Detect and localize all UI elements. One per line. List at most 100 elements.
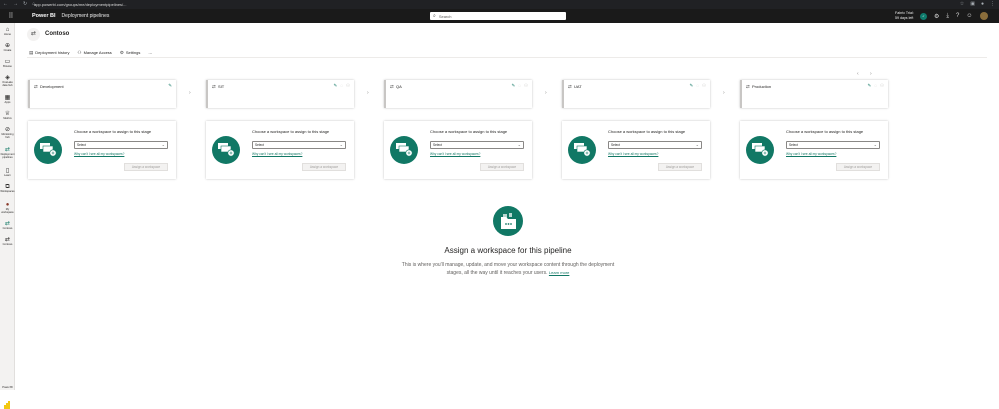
why-workspaces-link[interactable]: Why can't I see all my workspaces? (252, 152, 302, 156)
view-icon[interactable]: ◌ (874, 83, 877, 89)
stage-icon: ⇄ (34, 84, 38, 89)
nav-my-workspace[interactable]: ● My workspace (0, 202, 15, 214)
assign-workspace-button[interactable]: Assign a workspace (836, 163, 880, 171)
stage-arrow-icon: › (723, 90, 725, 96)
chevron-down-icon: ⌄ (161, 142, 165, 147)
stage-card-development[interactable]: ⇄ Development ✎ (28, 80, 176, 108)
access-icon[interactable]: ⚇ (702, 83, 706, 89)
assign-workspace-button[interactable]: Assign a workspace (658, 163, 702, 171)
assign-card-development: Choose a workspace to assign to this sta… (28, 121, 176, 179)
workspace-select[interactable]: Select ⌄ (786, 141, 880, 149)
why-workspaces-link[interactable]: Why can't I see all my workspaces? (74, 152, 124, 156)
help-icon[interactable]: ? (956, 13, 959, 19)
stage-card-production[interactable]: ⇄ Production ✎ ◌ ⚇ (740, 80, 888, 108)
folder-illustration-icon (493, 206, 523, 236)
reload-icon[interactable]: ↻ (23, 0, 27, 9)
edit-icon[interactable]: ✎ (689, 83, 693, 89)
chevron-down-icon: ⌄ (873, 142, 877, 147)
app-header: ⠿ Power BI Deployment pipelines ⌕ Search… (0, 9, 999, 23)
chevron-down-icon: ⌄ (517, 142, 521, 147)
app-launcher-icon[interactable]: ⠿ (0, 12, 22, 20)
workspace-illustration-icon (390, 136, 418, 164)
stage-card-sit[interactable]: ⇄ SIT ✎ ◌ ⚇ (206, 80, 354, 108)
page-title: Contoso (45, 31, 70, 37)
stage-name: UAT (574, 84, 582, 89)
command-bar: ▤ Deployment history ⚇ Manage Access ⚙ Sett… (29, 50, 152, 56)
edit-icon[interactable]: ✎ (511, 83, 515, 89)
deployment-history-button[interactable]: ▤ Deployment history (29, 50, 70, 56)
assign-workspace-button[interactable]: Assign a workspace (124, 163, 168, 171)
nav-browse[interactable]: ▭ Browse (0, 59, 15, 68)
assign-prompt: Choose a workspace to assign to this sta… (252, 129, 330, 134)
download-icon[interactable]: ⤓ (946, 13, 949, 20)
stage-card-uat[interactable]: ⇄ UAT ✎ ◌ ⚇ (562, 80, 710, 108)
edit-icon[interactable]: ✎ (333, 83, 337, 89)
manage-access-button[interactable]: ⚇ Manage Access (78, 50, 112, 56)
scroll-right-icon[interactable]: › (870, 71, 872, 77)
nav-create[interactable]: ⊕ Create (0, 43, 15, 52)
avatar[interactable] (979, 12, 988, 20)
menu-icon[interactable]: ⋮ (990, 0, 995, 9)
notifications-icon[interactable]: ✓ (920, 12, 927, 20)
edit-icon[interactable]: ✎ (867, 83, 871, 89)
stage-name: Production (752, 84, 772, 89)
browser-bar: ← → ↻ ⌂ app.powerbi.com/groups/me/deploy… (0, 0, 999, 9)
nav-workspaces[interactable]: ⧉ Workspaces (0, 184, 15, 193)
scroll-left-icon[interactable]: ‹ (857, 71, 859, 77)
nav-deployment-pipelines[interactable]: ⇄ Deployment pipelines (0, 147, 15, 159)
stage-arrow-icon: › (367, 90, 369, 96)
why-workspaces-link[interactable]: Why can't I see all my workspaces? (786, 152, 836, 156)
stage-card-qa[interactable]: ⇄ QA ✎ ◌ ⚇ (384, 80, 532, 108)
assign-prompt: Choose a workspace to assign to this sta… (786, 129, 864, 134)
nav-home[interactable]: ⌂ Home (0, 27, 15, 36)
nav-monitoring[interactable]: ⊘ Monitoring hub (0, 127, 15, 139)
gear-icon: ⚙ (119, 50, 124, 55)
assign-card-qa: Choose a workspace to assign to this sta… (384, 121, 532, 179)
stage-icon: ⇄ (212, 84, 216, 89)
why-workspaces-link[interactable]: Why can't I see all my workspaces? (430, 152, 480, 156)
view-icon[interactable]: ◌ (518, 83, 521, 89)
workspace-select[interactable]: Select ⌄ (430, 141, 524, 149)
workspace-select[interactable]: Select ⌄ (74, 141, 168, 149)
feedback-icon[interactable]: ☺ (966, 13, 972, 19)
stage-icon: ⇄ (568, 84, 572, 89)
nav-apps[interactable]: ▦ Apps (0, 95, 15, 104)
more-options-button[interactable]: ··· (148, 51, 152, 56)
nav-contoso[interactable]: ⇄ Contoso (0, 237, 15, 246)
assign-prompt: Choose a workspace to assign to this sta… (608, 129, 686, 134)
address-bar[interactable]: app.powerbi.com/groups/me/deploymentpipe… (34, 2, 127, 7)
forward-icon[interactable]: → (13, 0, 18, 9)
nav-learn[interactable]: ▯ Learn (0, 168, 15, 177)
stage-icon: ⇄ (390, 84, 394, 89)
workspace-illustration-icon (568, 136, 596, 164)
search-input[interactable]: ⌕ Search (430, 12, 566, 20)
access-icon[interactable]: ⚇ (524, 83, 528, 89)
assign-workspace-button[interactable]: Assign a workspace (480, 163, 524, 171)
profile-icon[interactable]: ● (981, 0, 984, 9)
workspace-illustration-icon (34, 136, 62, 164)
edit-icon[interactable]: ✎ (168, 83, 172, 89)
assign-prompt: Choose a workspace to assign to this sta… (430, 129, 508, 134)
workspace-select[interactable]: Select ⌄ (608, 141, 702, 149)
view-icon[interactable]: ◌ (696, 83, 699, 89)
nav-metrics[interactable]: ♕ Metrics (0, 111, 15, 120)
power-bi-logo[interactable] (4, 401, 10, 409)
app-name[interactable]: Power BI (32, 13, 56, 19)
nav-datahub[interactable]: ◈ OneLake data hub (0, 75, 15, 87)
assign-workspace-button[interactable]: Assign a workspace (302, 163, 346, 171)
star-icon[interactable]: ☆ (960, 0, 964, 9)
access-icon[interactable]: ⚇ (346, 83, 350, 89)
workspace-select[interactable]: Select ⌄ (252, 141, 346, 149)
view-icon[interactable]: ◌ (340, 83, 343, 89)
pipeline-icon: ⇄ (27, 28, 40, 41)
nav-contoso-active[interactable]: ⇄ Contoso (0, 221, 15, 230)
learn-more-link[interactable]: Learn more (549, 270, 569, 275)
stage-name: QA (396, 84, 402, 89)
extensions-icon[interactable]: ▣ (970, 0, 975, 9)
back-icon[interactable]: ← (3, 0, 8, 9)
empty-state-text: This is where you'll manage, update, and… (401, 262, 615, 276)
settings-icon[interactable]: ⚙ (934, 13, 939, 20)
why-workspaces-link[interactable]: Why can't I see all my workspaces? (608, 152, 658, 156)
access-icon[interactable]: ⚇ (880, 83, 884, 89)
settings-button[interactable]: ⚙ Settings (120, 50, 141, 56)
